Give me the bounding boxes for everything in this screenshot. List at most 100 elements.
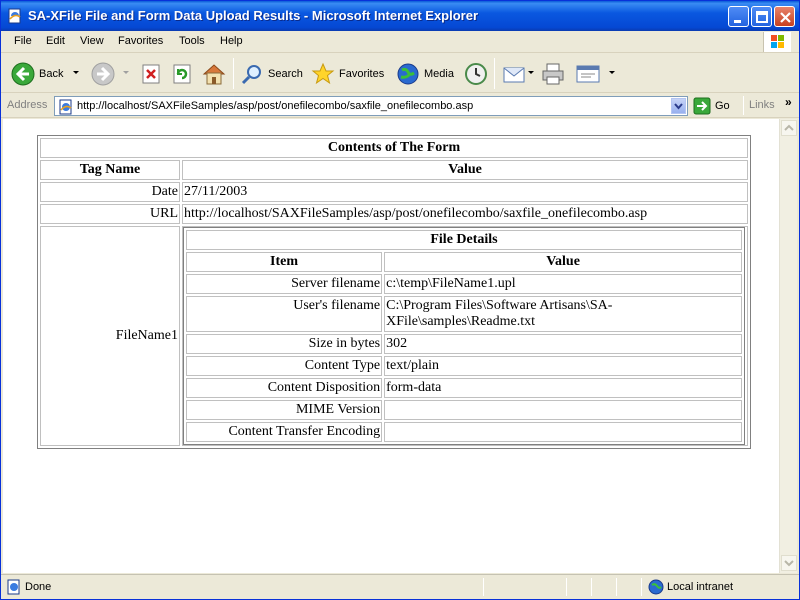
status-bar: Done Local intranet — [1, 574, 799, 599]
refresh-icon — [173, 64, 191, 84]
edit-button[interactable] — [575, 59, 601, 89]
form-results: Contents of The Form Tag Name Value Date… — [37, 135, 751, 449]
scroll-down-button[interactable] — [781, 555, 797, 571]
status-separator — [591, 578, 592, 596]
item-cell: Content Disposition — [186, 378, 383, 398]
table-row: FileName1 File Details Item Value Server… — [40, 226, 748, 446]
file-details-cell: File Details Item Value Server filename … — [182, 226, 748, 446]
item-cell: Content Transfer Encoding — [186, 422, 383, 442]
mail-icon — [503, 67, 525, 83]
toolbar: Back Search Favorites Media — [1, 54, 799, 93]
edit-dropdown-icon[interactable] — [609, 71, 615, 74]
search-icon — [241, 65, 261, 85]
address-input[interactable]: http://localhost/SAXFileSamples/asp/post… — [54, 96, 688, 116]
menu-bar: File Edit View Favorites Tools Help — [1, 31, 799, 53]
chevron-right-icon[interactable]: » — [785, 95, 792, 109]
menu-view[interactable]: View — [80, 35, 104, 47]
address-dropdown-button[interactable] — [671, 98, 686, 114]
back-button[interactable]: Back — [11, 59, 63, 89]
mail-dropdown-icon[interactable] — [528, 71, 534, 74]
status-separator — [566, 578, 567, 596]
favorites-label: Favorites — [339, 68, 385, 80]
file-value-cell: text/plain — [384, 356, 742, 376]
item-cell: Server filename — [186, 274, 383, 294]
file-value-cell: form-data — [384, 378, 742, 398]
menu-help[interactable]: Help — [220, 35, 243, 47]
search-label: Search — [268, 68, 303, 80]
table-row: Content Disposition form-data — [186, 378, 742, 398]
status-separator — [616, 578, 617, 596]
file-value-header: Value — [384, 252, 742, 272]
forward-button[interactable] — [91, 59, 115, 89]
zone-label: Local intranet — [667, 581, 734, 593]
browser-window: SA-XFile File and Form Data Upload Resul… — [0, 0, 800, 600]
vertical-scrollbar[interactable] — [779, 119, 797, 573]
media-globe-icon — [397, 63, 419, 85]
window-title: SA-XFile File and Form Data Upload Resul… — [28, 8, 479, 23]
file-value-cell — [384, 422, 742, 442]
minimize-button[interactable] — [728, 6, 749, 27]
status-text: Done — [25, 581, 52, 593]
windows-logo-icon — [763, 32, 791, 52]
toolbar-separator — [494, 58, 495, 89]
media-label: Media — [424, 68, 454, 80]
maximize-button[interactable] — [751, 6, 772, 27]
file-details-table: File Details Item Value Server filename … — [183, 227, 745, 445]
go-label: Go — [715, 100, 730, 112]
mail-button[interactable] — [502, 59, 526, 89]
file-value-cell — [384, 400, 742, 420]
menu-edit[interactable]: Edit — [46, 35, 65, 47]
go-arrow-icon — [693, 97, 711, 115]
item-cell: Content Type — [186, 356, 383, 376]
stop-icon — [142, 64, 160, 84]
status-separator — [641, 578, 642, 596]
menu-favorites[interactable]: Favorites — [118, 35, 163, 47]
page-icon — [59, 99, 72, 115]
media-button[interactable]: Media — [396, 59, 454, 89]
menu-file[interactable]: File — [14, 35, 32, 47]
menu-tools[interactable]: Tools — [179, 35, 205, 47]
favorites-star-icon — [311, 62, 335, 85]
value-header: Value — [182, 160, 748, 180]
links-label[interactable]: Links — [749, 99, 775, 111]
status-separator — [483, 578, 484, 596]
forward-arrow-icon — [91, 62, 115, 86]
address-url: http://localhost/SAXFileSamples/asp/post… — [77, 100, 474, 112]
tag-cell: URL — [40, 204, 180, 224]
scroll-up-button[interactable] — [781, 120, 797, 136]
history-button[interactable] — [464, 59, 488, 89]
chevron-up-icon — [784, 124, 794, 131]
table-row: URL http://localhost/SAXFileSamples/asp/… — [40, 204, 748, 224]
address-bar: Address http://localhost/SAXFileSamples/… — [1, 94, 799, 118]
stop-button[interactable] — [140, 59, 162, 89]
forward-dropdown-icon[interactable] — [123, 71, 129, 74]
page-done-icon — [7, 579, 20, 595]
close-button[interactable] — [774, 6, 795, 27]
home-icon — [202, 64, 226, 85]
item-cell: Size in bytes — [186, 334, 383, 354]
go-button[interactable]: Go — [693, 97, 730, 115]
file-value-cell: 302 — [384, 334, 742, 354]
item-cell: MIME Version — [186, 400, 383, 420]
search-button[interactable]: Search — [240, 59, 303, 89]
print-button[interactable] — [540, 59, 566, 89]
table-row: MIME Version — [186, 400, 742, 420]
table-row: Content Transfer Encoding — [186, 422, 742, 442]
file-details-caption: File Details — [186, 230, 742, 250]
title-bar[interactable]: SA-XFile File and Form Data Upload Resul… — [1, 1, 799, 31]
table-row: Server filename c:\temp\FileName1.upl — [186, 274, 742, 294]
page-content: Contents of The Form Tag Name Value Date… — [3, 119, 779, 573]
favorites-button[interactable]: Favorites — [311, 59, 384, 89]
table-row: User's filename C:\Program Files\Softwar… — [186, 296, 742, 332]
toolbar-separator — [233, 58, 234, 89]
item-cell: User's filename — [186, 296, 383, 332]
refresh-button[interactable] — [171, 59, 193, 89]
table-row: Content Type text/plain — [186, 356, 742, 376]
back-dropdown-icon[interactable] — [73, 71, 79, 74]
value-cell: 27/11/2003 — [182, 182, 748, 202]
form-contents-caption: Contents of The Form — [40, 138, 748, 158]
home-button[interactable] — [202, 59, 226, 89]
print-icon — [542, 63, 564, 85]
tag-name-header: Tag Name — [40, 160, 180, 180]
ie-page-icon — [8, 8, 21, 24]
